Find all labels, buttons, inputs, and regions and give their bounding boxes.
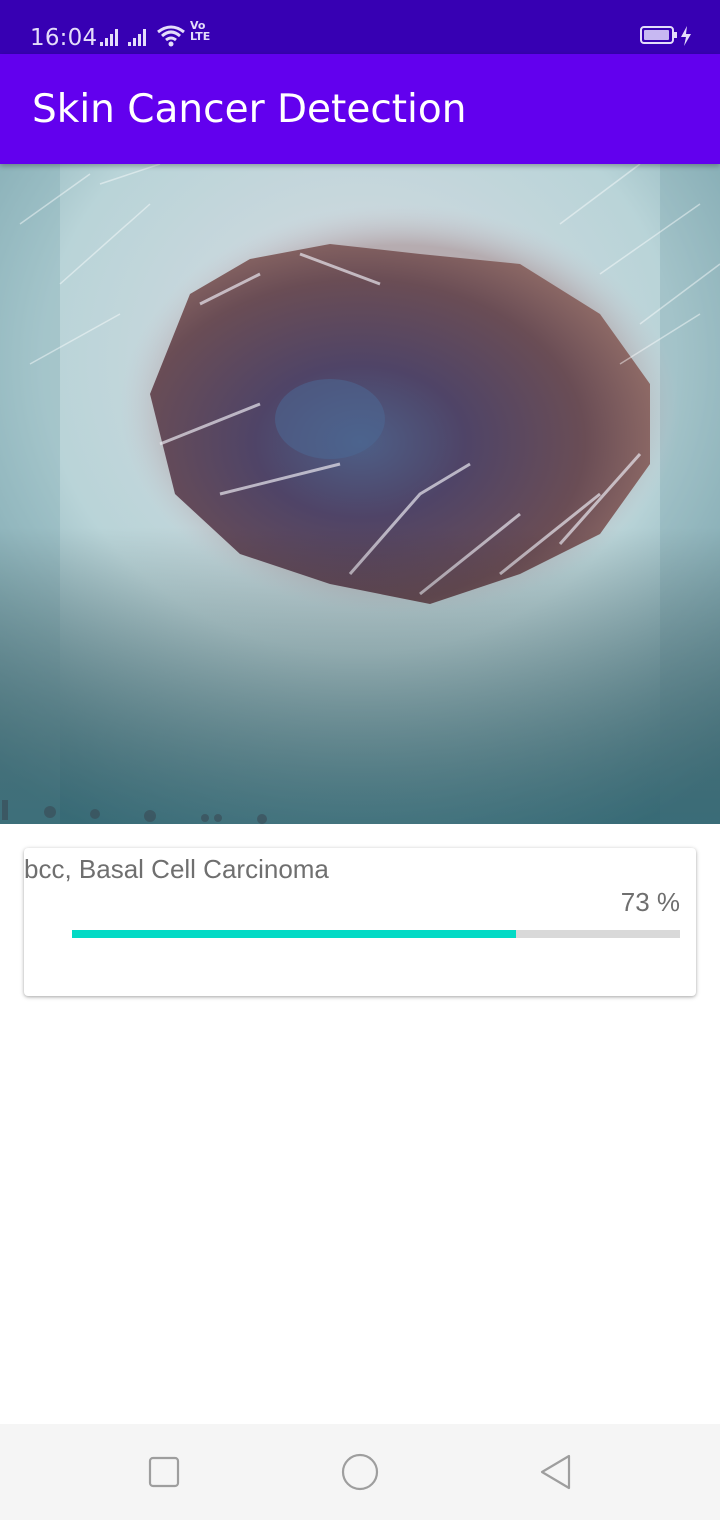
signal-icon bbox=[128, 28, 150, 46]
back-triangle-icon[interactable] bbox=[536, 1452, 576, 1492]
status-bar: 16:04 Vo LTE bbox=[0, 0, 720, 54]
volte-bottom-text: LTE bbox=[190, 30, 211, 43]
wifi-icon bbox=[157, 25, 185, 47]
confidence-percent: 73 % bbox=[620, 887, 680, 917]
app-title: Skin Cancer Detection bbox=[32, 87, 467, 132]
recents-square-icon[interactable] bbox=[144, 1452, 184, 1492]
home-circle-icon[interactable] bbox=[340, 1452, 380, 1492]
charging-icon bbox=[681, 26, 691, 46]
signal-icon bbox=[100, 28, 122, 46]
diagnosis-label: bcc, Basal Cell Carcinoma bbox=[24, 854, 329, 884]
status-time: 16:04 bbox=[30, 25, 98, 51]
volte-icon: Vo LTE bbox=[190, 20, 226, 42]
result-card[interactable]: bcc, Basal Cell Carcinoma 73 % bbox=[24, 848, 696, 996]
skin-lesion-image bbox=[0, 164, 720, 824]
confidence-progress-bar bbox=[72, 930, 680, 938]
app-bar: Skin Cancer Detection bbox=[0, 54, 720, 164]
nav-bar bbox=[0, 1424, 720, 1520]
confidence-progress-fill bbox=[72, 930, 516, 938]
battery-icon bbox=[640, 26, 677, 44]
